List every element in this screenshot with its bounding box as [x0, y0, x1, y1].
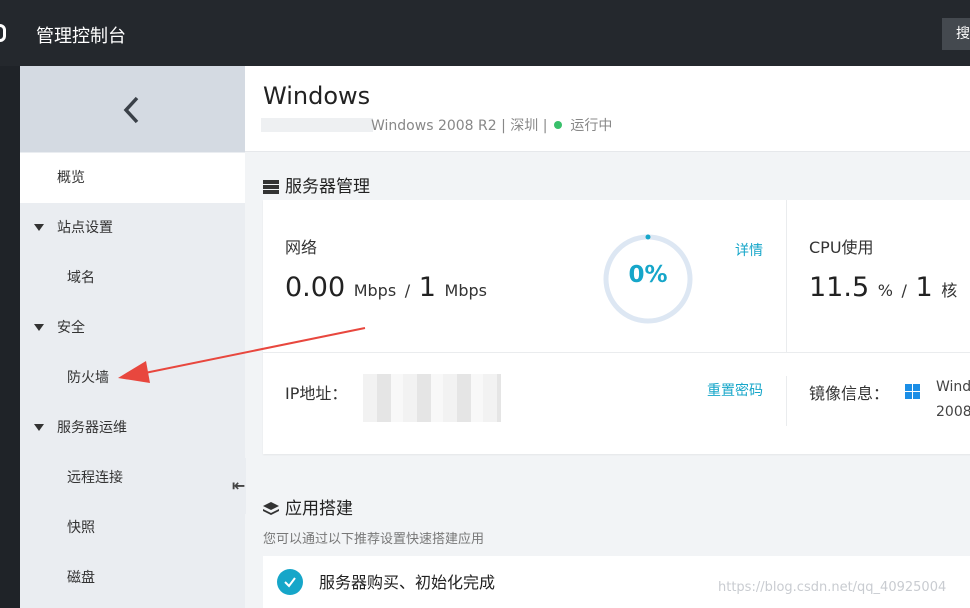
image-label: 镜像信息： — [809, 384, 890, 403]
details-link[interactable]: 详情 — [735, 240, 763, 260]
search-button[interactable]: 搜 — [942, 18, 970, 50]
sidebar-item-server-ops[interactable]: 服务器运维 — [20, 403, 245, 453]
section-title-text: 服务器管理 — [285, 177, 370, 197]
server-icon — [263, 180, 279, 194]
caret-down-icon — [34, 324, 44, 331]
status-dot-icon — [553, 121, 562, 129]
caret-down-icon — [34, 424, 44, 431]
network-gauge: 0% — [601, 232, 695, 326]
network-used: 0.00 — [285, 272, 346, 303]
section-title-text: 应用搭建 — [285, 499, 353, 519]
collapse-icon: ⇤ — [232, 476, 246, 495]
sidebar: 概览 站点设置 域名 安全 防火墙 服务器运维 远程连接 快照 磁盘 — [20, 66, 245, 608]
divider — [786, 200, 787, 352]
instance-meta: Windows 2008 R2 | 深圳 | 运行中 — [371, 115, 612, 135]
sidebar-item-firewall[interactable]: 防火墙 — [20, 353, 245, 403]
app-build-description: 您可以通过以下推荐设置快速搭建应用 — [263, 532, 485, 547]
sidebar-item-site-settings[interactable]: 站点设置 — [20, 203, 245, 253]
check-circle-icon — [277, 569, 303, 595]
cpu-total-unit: 核 — [941, 281, 958, 300]
main-content: Windows Windows 2008 R2 | 深圳 | 运行中 服务器管理… — [245, 66, 970, 608]
separator: / — [404, 281, 411, 300]
cpu-total: 1 — [915, 272, 933, 303]
network-total: 1 — [418, 272, 436, 303]
sidebar-item-label: 防火墙 — [67, 370, 109, 386]
instance-meta-text: Windows 2008 R2 | 深圳 | — [371, 118, 548, 134]
sidebar-item-domain[interactable]: 域名 — [20, 253, 245, 303]
sidebar-item-overview[interactable]: 概览 — [20, 153, 245, 203]
windows-logo-icon — [905, 384, 920, 399]
ip-label: IP地址： — [285, 384, 348, 403]
server-mgmt-title: 服务器管理 — [263, 172, 370, 197]
console-title: 管理控制台 — [36, 26, 126, 47]
watermark: https://blog.csdn.net/qq_40925004 — [718, 580, 947, 595]
image-os-line2: 2008 — [936, 404, 970, 420]
step-label: 服务器购买、初始化完成 — [319, 573, 496, 592]
sidebar-item-label: 安全 — [57, 320, 85, 336]
top-bar: 管理控制台 搜 — [0, 0, 970, 66]
blurred-instance-id — [261, 118, 373, 132]
sidebar-item-label: 概览 — [57, 170, 85, 186]
instance-header: Windows Windows 2008 R2 | 深圳 | 运行中 — [245, 66, 970, 152]
network-used-unit: Mbps — [353, 281, 397, 300]
back-button[interactable] — [20, 66, 245, 152]
sidebar-item-snapshot[interactable]: 快照 — [20, 503, 245, 553]
sidebar-item-disk[interactable]: 磁盘 — [20, 553, 245, 603]
network-total-unit: Mbps — [444, 281, 487, 300]
instance-name: Windows — [263, 82, 371, 110]
network-percent: 0% — [628, 262, 668, 288]
divider — [786, 376, 787, 426]
chevron-left-icon — [123, 96, 139, 124]
app-build-title: 应用搭建 — [263, 494, 353, 519]
network-label: 网络 — [285, 238, 318, 257]
cpu-usage: 11.5 % / 1 核 — [809, 272, 957, 303]
collapse-sidebar-button[interactable]: ⇤ — [228, 458, 246, 514]
caret-down-icon — [34, 224, 44, 231]
cpu-label: CPU使用 — [809, 238, 874, 257]
sidebar-item-remote[interactable]: 远程连接 — [20, 453, 245, 503]
sidebar-item-label: 站点设置 — [57, 220, 113, 236]
server-mgmt-card: 网络 0.00 Mbps / 1 Mbps 0% 详情 CPU使用 11.5 %… — [263, 200, 970, 454]
layers-icon — [263, 502, 279, 515]
left-strip — [0, 66, 20, 608]
sidebar-item-label: 快照 — [67, 520, 95, 536]
blurred-ip — [363, 374, 501, 422]
sidebar-item-label: 域名 — [67, 270, 95, 286]
cpu-used: 11.5 — [809, 272, 870, 303]
reset-password-link[interactable]: 重置密码 — [707, 380, 763, 400]
network-usage: 0.00 Mbps / 1 Mbps — [285, 272, 487, 303]
sidebar-item-label: 远程连接 — [67, 470, 123, 486]
separator: / — [901, 281, 907, 300]
image-os-line1: Wind — [936, 379, 970, 395]
check-icon — [284, 577, 296, 588]
cpu-used-unit: % — [877, 281, 893, 300]
sidebar-item-security[interactable]: 安全 — [20, 303, 245, 353]
logo-icon — [0, 24, 6, 42]
sidebar-item-label: 磁盘 — [67, 570, 95, 586]
sidebar-item-label: 服务器运维 — [57, 420, 127, 436]
divider — [263, 352, 970, 353]
status-badge: 运行中 — [570, 118, 613, 134]
